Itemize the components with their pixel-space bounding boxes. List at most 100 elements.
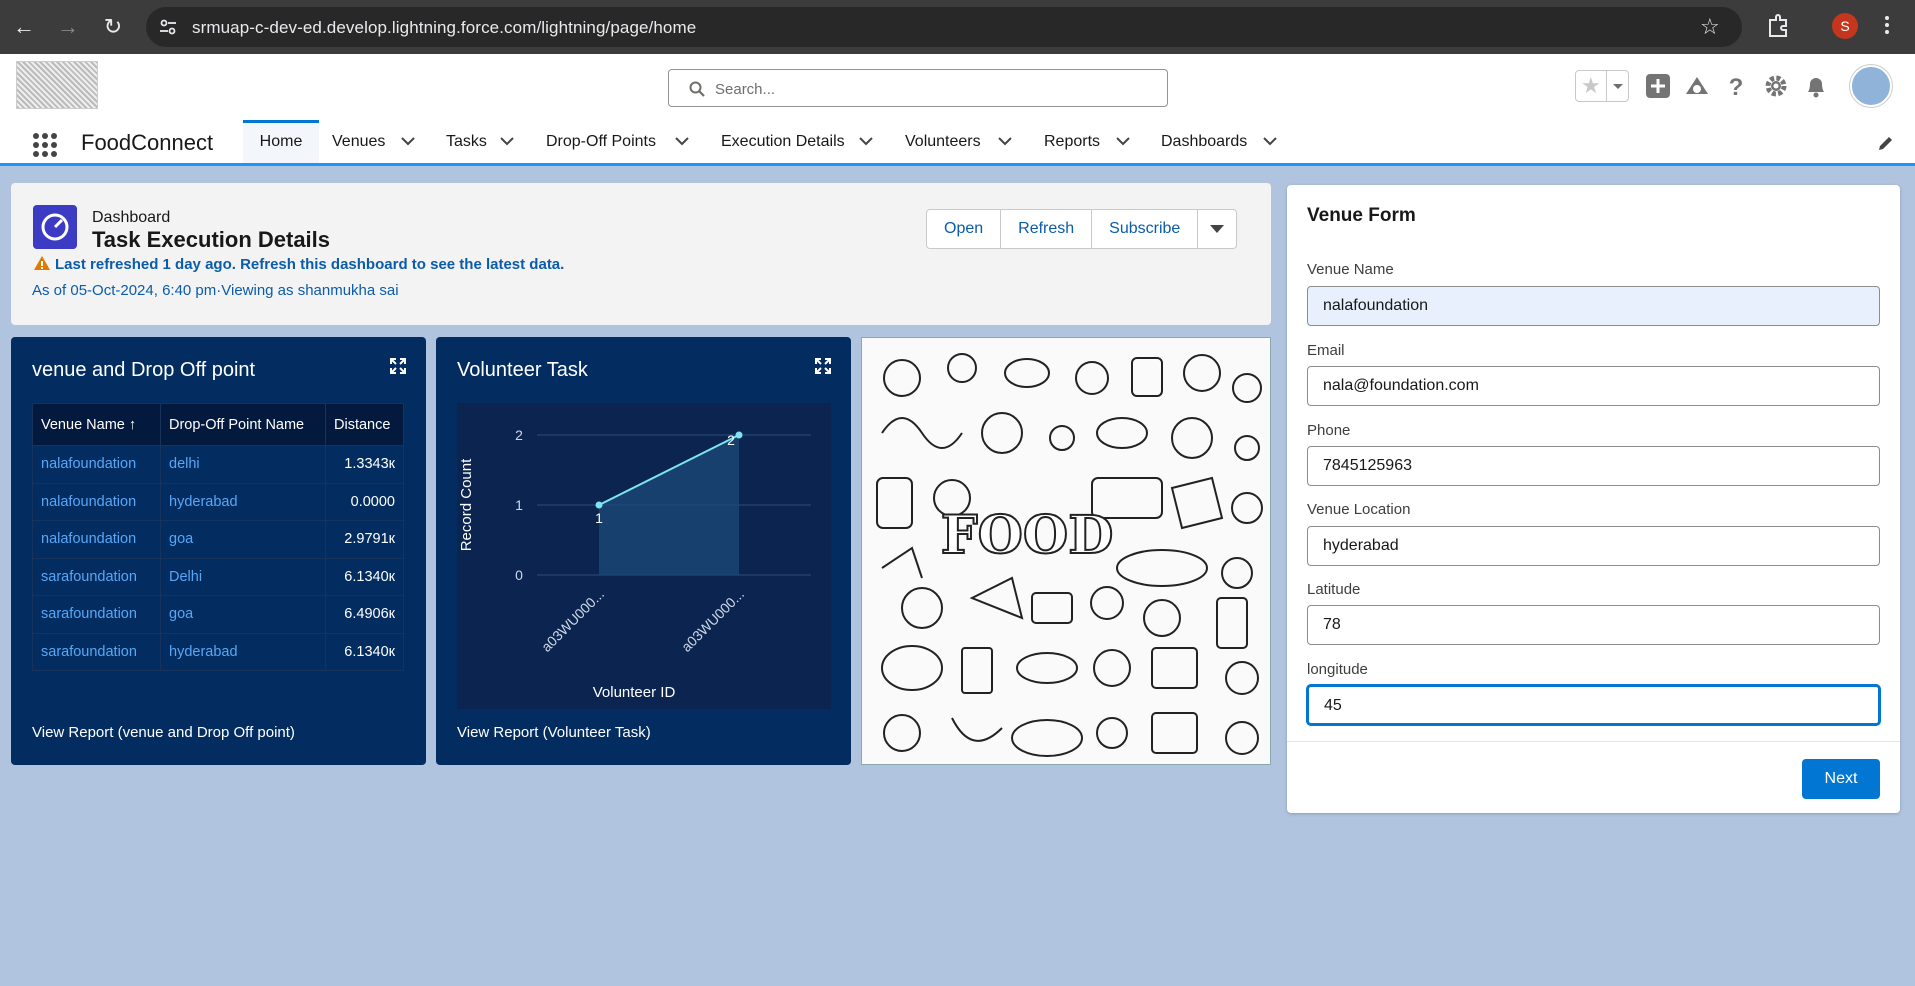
tab-execution-details[interactable]: Execution Details — [721, 120, 845, 163]
open-button[interactable]: Open — [927, 210, 1002, 248]
reload-icon[interactable]: ↻ — [100, 14, 126, 40]
y-tick-label: 2 — [515, 427, 523, 443]
as-of-text: As of 05-Oct-2024, 6:40 pm·Viewing as sh… — [32, 282, 399, 299]
browser-toolbar: ← → ↻ srmuap-c-dev-ed.develop.lightning.… — [0, 0, 1915, 54]
chevron-down-icon[interactable] — [1116, 136, 1130, 146]
venue-link[interactable]: nalafoundation — [32, 445, 161, 484]
x-tick-label: a03WU000... — [538, 586, 607, 655]
venue-link[interactable]: nalafoundation — [32, 520, 161, 559]
dashboard-type-label: Dashboard — [92, 209, 171, 226]
volunteer-task-component: Volunteer Task 0 1 2 1 2 a03WU000... a03WU000.… — [436, 337, 851, 765]
expand-icon[interactable] — [389, 357, 407, 375]
tab-drop-off-points[interactable]: Drop-Off Points — [546, 120, 656, 163]
chevron-down-icon[interactable] — [1263, 136, 1277, 146]
email-label: Email — [1307, 342, 1345, 359]
venue-link[interactable]: sarafoundation — [32, 557, 161, 596]
setup-gear-icon[interactable] — [1762, 72, 1790, 100]
tab-venues[interactable]: Venues — [332, 120, 385, 163]
chevron-down-icon[interactable] — [675, 136, 689, 146]
search-input[interactable] — [715, 78, 1145, 100]
global-actions-icon[interactable] — [1644, 72, 1672, 100]
venue-location-input[interactable]: hyderabad — [1307, 526, 1880, 566]
dashboard-icon — [33, 205, 77, 249]
edit-nav-pencil-icon[interactable] — [1877, 134, 1895, 152]
profile-avatar[interactable]: S — [1832, 13, 1858, 39]
venue-name-input[interactable]: nalafoundation — [1307, 286, 1880, 326]
view-report-link[interactable]: View Report (venue and Drop Off point) — [32, 724, 295, 741]
tab-label: Drop-Off Points — [546, 133, 656, 150]
y-tick-label: 0 — [515, 567, 523, 583]
column-header[interactable]: Venue Name ↑ — [32, 403, 161, 446]
tab-tasks[interactable]: Tasks — [446, 120, 487, 163]
trailhead-guidance-icon[interactable] — [1683, 72, 1711, 100]
table-row: nalafoundation goa 2.9791к — [32, 520, 404, 559]
caret-down-icon — [1210, 225, 1225, 233]
dropoff-link[interactable]: Delhi — [160, 557, 326, 596]
favorites-dropdown[interactable] — [1606, 71, 1628, 101]
dropoff-link[interactable]: goa — [160, 595, 326, 634]
column-header[interactable]: Distance — [325, 403, 404, 446]
distance-cell: 6.4906к — [325, 595, 404, 634]
venue-link[interactable]: sarafoundation — [32, 595, 161, 634]
tab-label: Home — [259, 133, 303, 150]
table-row: sarafoundation goa 6.4906к — [32, 595, 404, 634]
address-bar[interactable]: srmuap-c-dev-ed.develop.lightning.force.… — [146, 7, 1742, 47]
notifications-bell-icon[interactable] — [1802, 72, 1830, 100]
venue-dropoff-component: venue and Drop Off point Venue Name ↑ Dr… — [11, 337, 426, 765]
app-launcher-icon[interactable] — [32, 132, 58, 158]
distance-cell: 6.1340к — [325, 557, 404, 596]
back-icon[interactable]: ← — [11, 14, 37, 40]
help-icon[interactable]: ? — [1722, 72, 1750, 100]
org-logo — [16, 61, 98, 109]
dropoff-link[interactable]: hyderabad — [160, 482, 326, 521]
tab-label: Dashboards — [1161, 133, 1248, 150]
chevron-down-icon[interactable] — [401, 136, 415, 146]
table-row: sarafoundation Delhi 6.1340к — [32, 557, 404, 596]
phone-label: Phone — [1307, 422, 1351, 439]
phone-input[interactable]: 7845125963 — [1307, 446, 1880, 486]
tab-label: Execution Details — [721, 133, 845, 150]
refresh-warning-text: Last refreshed 1 day ago. Refresh this d… — [55, 256, 565, 273]
dropoff-link[interactable]: hyderabad — [160, 632, 326, 671]
dashboard-title: Task Execution Details — [92, 227, 331, 252]
tab-home[interactable]: Home — [243, 120, 319, 163]
distance-cell: 6.1340к — [325, 632, 404, 671]
global-search[interactable] — [668, 69, 1168, 107]
tab-dashboards[interactable]: Dashboards — [1161, 120, 1247, 163]
site-info-icon[interactable] — [158, 17, 178, 37]
subscribe-button[interactable]: Subscribe — [1092, 210, 1199, 248]
venue-link[interactable]: nalafoundation — [32, 482, 161, 521]
chart-area: 0 1 2 1 2 a03WU000... a03WU000... Volunteer ID R… — [457, 403, 831, 709]
data-label: 2 — [727, 432, 735, 448]
tab-reports[interactable]: Reports — [1044, 120, 1100, 163]
url-text[interactable]: srmuap-c-dev-ed.develop.lightning.force.… — [192, 18, 696, 38]
column-header[interactable]: Drop-Off Point Name — [160, 403, 326, 446]
chevron-down-icon[interactable] — [998, 136, 1012, 146]
next-button[interactable]: Next — [1802, 759, 1880, 799]
y-axis-label: Record Count — [458, 458, 475, 551]
latitude-input[interactable]: 78 — [1307, 605, 1880, 645]
refresh-button[interactable]: Refresh — [1001, 210, 1093, 248]
data-point — [735, 431, 743, 439]
longitude-input[interactable]: 45 — [1307, 685, 1880, 725]
dropoff-link[interactable]: goa — [160, 520, 326, 559]
favorite-star-icon[interactable]: ★ — [1581, 74, 1601, 98]
forward-icon[interactable]: → — [55, 14, 81, 40]
tab-volunteers[interactable]: Volunteers — [905, 120, 981, 163]
bookmark-star-icon[interactable]: ☆ — [1700, 15, 1724, 39]
dropoff-link[interactable]: delhi — [160, 445, 326, 484]
user-avatar[interactable] — [1850, 65, 1892, 107]
favorites-button[interactable]: ★ — [1575, 70, 1629, 102]
food-doodle-illustration: FOOD — [862, 338, 1270, 764]
chevron-down-icon[interactable] — [500, 136, 514, 146]
browser-menu-icon[interactable] — [1884, 14, 1890, 40]
view-report-link[interactable]: View Report (Volunteer Task) — [457, 724, 651, 741]
venue-link[interactable]: sarafoundation — [32, 632, 161, 671]
more-actions-button[interactable] — [1198, 210, 1236, 248]
area-fill — [599, 435, 739, 575]
chevron-down-icon[interactable] — [859, 136, 873, 146]
extensions-icon[interactable] — [1764, 12, 1792, 40]
email-input[interactable]: nala@foundation.com — [1307, 366, 1880, 406]
expand-icon[interactable] — [814, 357, 832, 375]
table-row: nalafoundation delhi 1.3343к — [32, 445, 404, 484]
